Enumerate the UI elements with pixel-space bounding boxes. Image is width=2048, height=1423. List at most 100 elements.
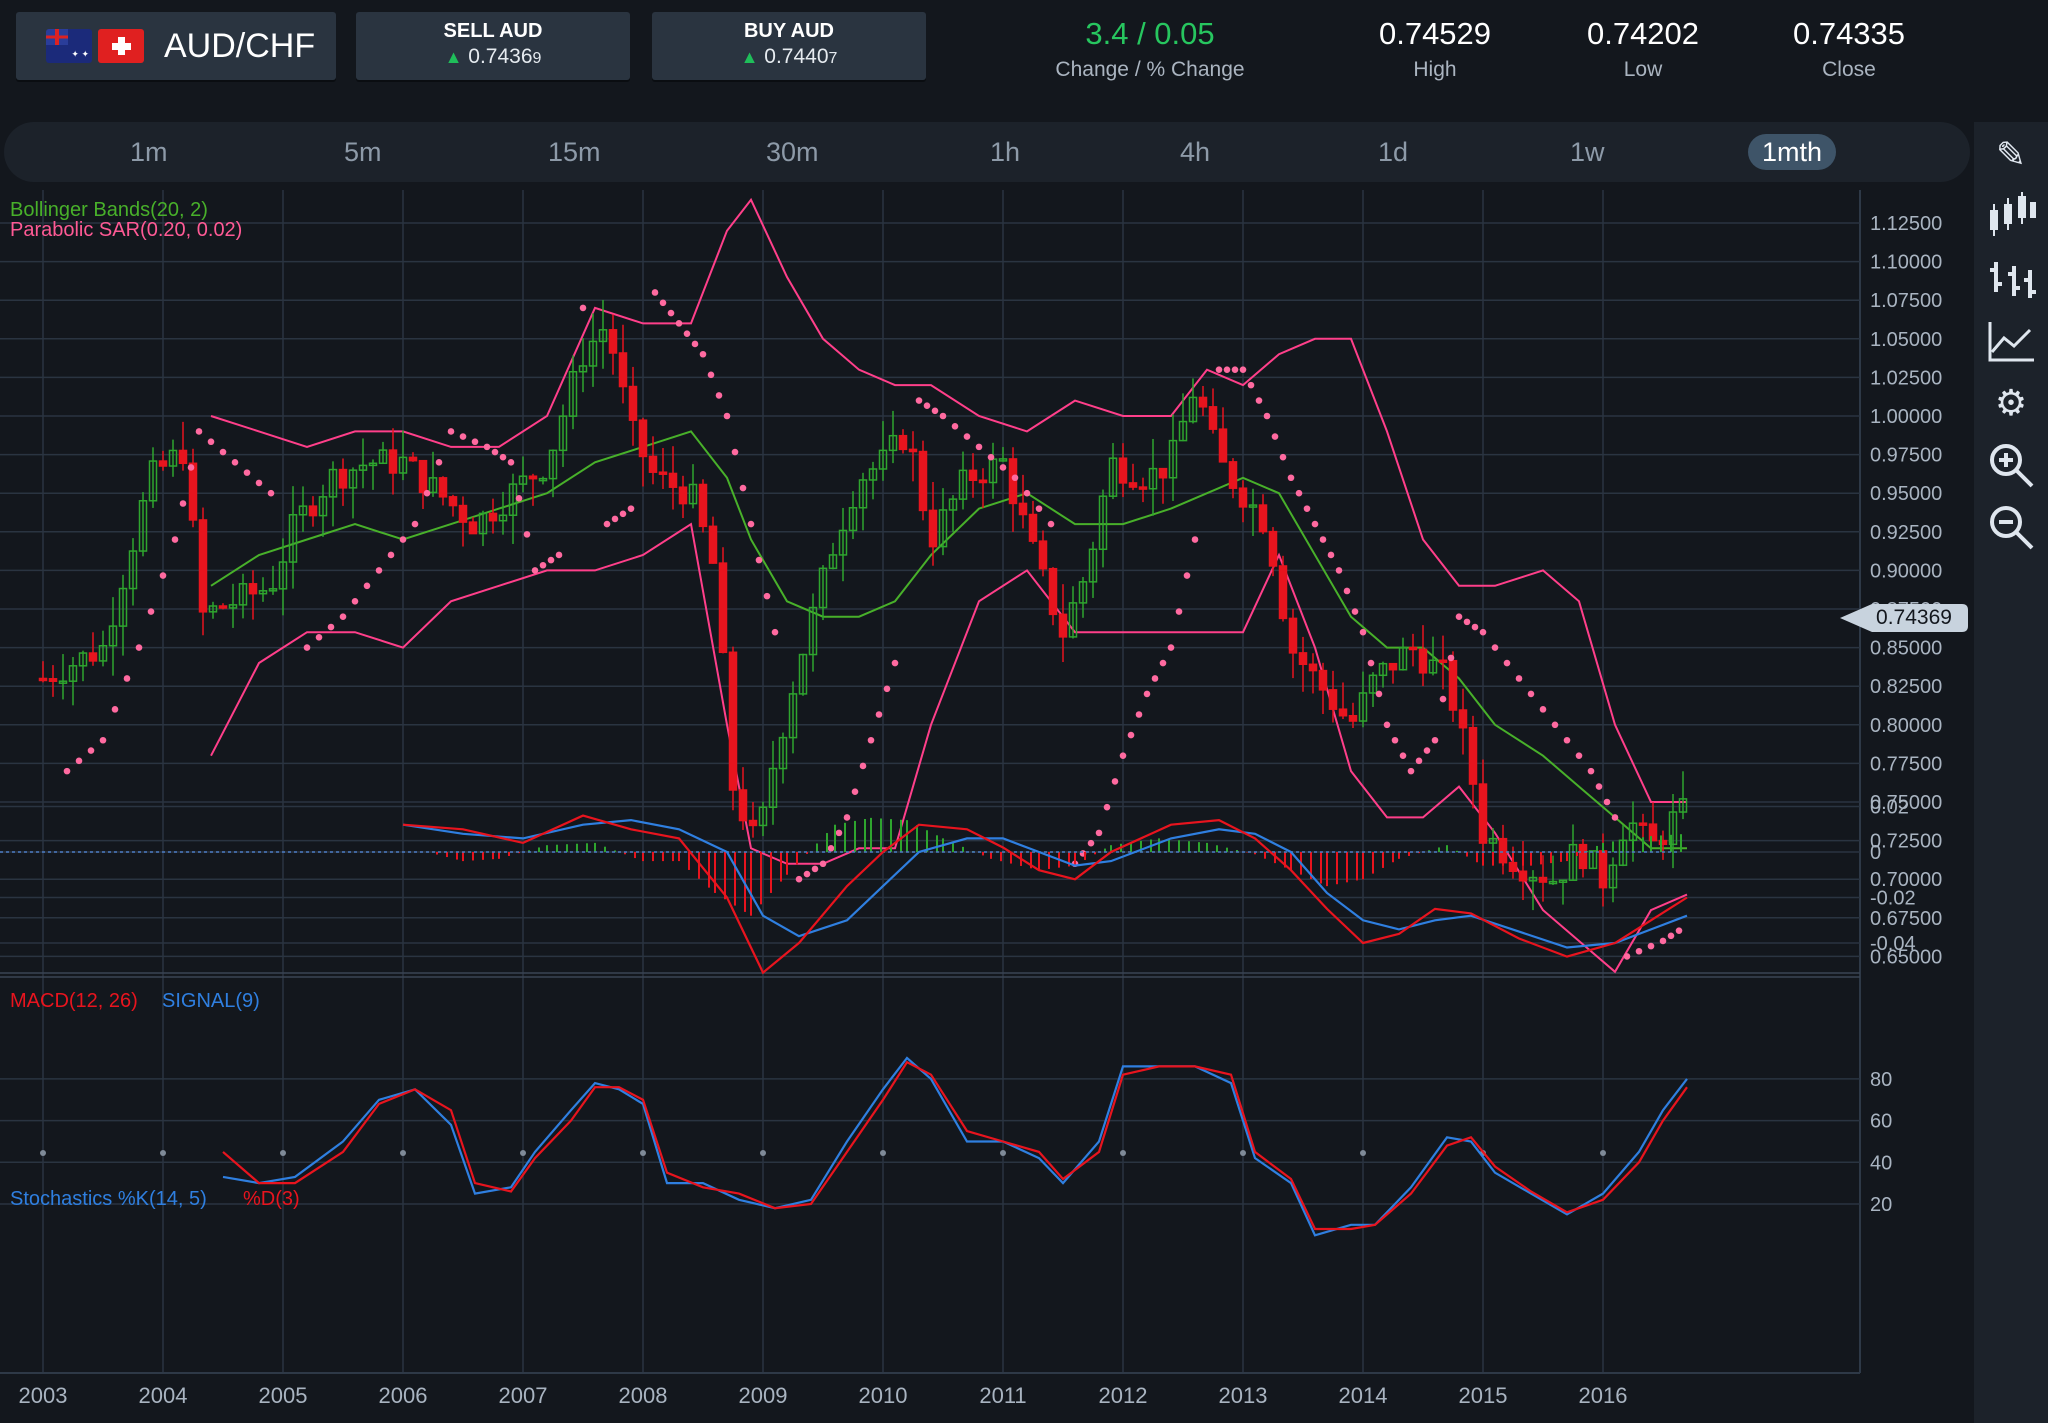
- sar-dot: [1479, 628, 1487, 636]
- candle-body: [898, 434, 908, 451]
- bollinger-label: Bollinger Bands(20, 2): [10, 199, 208, 221]
- candle-body: [718, 562, 728, 654]
- candle-body: [658, 471, 668, 475]
- sar-dot: [1527, 690, 1535, 698]
- sar-dot: [555, 551, 563, 559]
- sar-dot: [135, 644, 143, 651]
- candle-body: [1038, 540, 1048, 570]
- candle-body: [1388, 662, 1398, 671]
- tab-30m[interactable]: 30m: [766, 134, 819, 170]
- sar-dot: [1455, 613, 1463, 621]
- sar-dot: [255, 479, 263, 487]
- candle-body: [1008, 458, 1018, 505]
- axis-dot: [1360, 1150, 1366, 1156]
- sar-dot: [179, 500, 187, 507]
- sar-dot: [1135, 711, 1143, 718]
- line-chart-icon[interactable]: [1984, 314, 2038, 368]
- candle-body: [1048, 567, 1058, 616]
- tab-1h[interactable]: 1h: [990, 134, 1020, 170]
- candle-body: [1538, 876, 1548, 883]
- sar-dot: [1167, 644, 1175, 651]
- switzerland-flag-icon: [98, 29, 144, 63]
- candle-body: [418, 459, 428, 494]
- tab-5m[interactable]: 5m: [344, 134, 382, 170]
- x-tick-label: 2008: [619, 1383, 668, 1408]
- high-stat: 0.74529 High: [1378, 16, 1492, 81]
- sar-dot: [1111, 778, 1119, 785]
- sar-dot: [1575, 752, 1583, 759]
- sar-dot: [999, 464, 1007, 471]
- bar-chart-icon[interactable]: [1984, 252, 2038, 306]
- sar-dot: [1343, 587, 1351, 595]
- sar-dot: [1327, 551, 1335, 559]
- tab-1w[interactable]: 1w: [1570, 134, 1605, 170]
- sar-dot: [1287, 474, 1295, 482]
- sar-dot: [875, 711, 883, 718]
- price-tick-label: 0.90000: [1870, 560, 1942, 582]
- sar-dot: [363, 582, 371, 590]
- sar-dot: [351, 597, 359, 605]
- price-tick-label: 0.67500: [1870, 908, 1942, 930]
- sar-dot: [1423, 747, 1431, 754]
- candle-body: [1228, 461, 1238, 489]
- sar-dot: [1215, 366, 1223, 373]
- candle-body: [1638, 822, 1648, 826]
- current-price-label: 0.74369: [1876, 606, 1952, 629]
- tab-1m[interactable]: 1m: [130, 134, 168, 170]
- price-chart[interactable]: 2003 2004 2005 2006 2007 2008 2009 2010 2011 2012…: [0, 190, 1970, 1423]
- tab-4h[interactable]: 4h: [1180, 134, 1210, 170]
- candle-body: [618, 352, 628, 388]
- candle-body: [1468, 726, 1478, 785]
- sar-dot: [1335, 567, 1343, 574]
- buy-button[interactable]: BUY AUD ▲ 0.74407: [652, 12, 926, 80]
- sar-dot: [1247, 381, 1255, 389]
- sar-dot: [171, 536, 179, 543]
- tab-15m[interactable]: 15m: [548, 134, 601, 170]
- up-arrow-icon: ▲: [444, 47, 463, 67]
- sar-dot: [147, 608, 155, 615]
- candle-body: [1478, 783, 1488, 844]
- candle-body: [708, 525, 718, 564]
- price-tick-label: 0.80000: [1870, 715, 1942, 737]
- candle-body: [968, 469, 978, 482]
- candle-body: [1118, 457, 1128, 484]
- sar-dot: [531, 567, 539, 574]
- tab-1d[interactable]: 1d: [1378, 134, 1408, 170]
- pair-selector[interactable]: AUD/CHF: [16, 12, 336, 80]
- candle-body: [638, 419, 648, 458]
- x-tick-label: 2004: [139, 1383, 188, 1408]
- candle-body: [1408, 646, 1418, 651]
- sar-dot: [691, 340, 699, 348]
- x-tick-label: 2016: [1579, 1383, 1628, 1408]
- sar-dot: [1635, 947, 1643, 955]
- sar-dot: [1359, 628, 1367, 636]
- zoom-in-icon[interactable]: [1984, 438, 2038, 492]
- sar-dot: [547, 556, 555, 564]
- sar-dot: [539, 561, 547, 569]
- candlestick-icon[interactable]: [1984, 190, 2038, 244]
- candle-body: [308, 505, 318, 517]
- sar-dot: [915, 397, 923, 404]
- sar-dot: [1119, 752, 1127, 759]
- sell-button[interactable]: SELL AUD ▲ 0.74369: [356, 12, 630, 80]
- stoch-tick-label: 80: [1870, 1069, 1892, 1091]
- tab-1mth[interactable]: 1mth: [1748, 134, 1837, 170]
- sar-dot: [1375, 690, 1383, 698]
- axis-dot: [160, 1150, 166, 1156]
- x-tick-label: 2014: [1339, 1383, 1388, 1408]
- sar-dot: [1035, 505, 1043, 512]
- change-stat: 3.4 / 0.05 Change / % Change: [1055, 16, 1245, 81]
- sar-dot: [1595, 783, 1603, 790]
- axis-dot: [1000, 1150, 1006, 1156]
- candle-body: [218, 605, 228, 609]
- candle-body: [88, 652, 98, 662]
- buy-label: BUY AUD: [743, 20, 834, 42]
- candle-body: [1298, 652, 1308, 666]
- axis-dot: [640, 1150, 646, 1156]
- gear-icon[interactable]: ⚙: [1984, 376, 2038, 430]
- candle-body: [1028, 513, 1038, 542]
- zoom-out-icon[interactable]: [1984, 500, 2038, 554]
- sar-dot: [951, 422, 959, 430]
- x-tick-label: 2015: [1459, 1383, 1508, 1408]
- pencil-icon[interactable]: ✎: [1984, 128, 2038, 182]
